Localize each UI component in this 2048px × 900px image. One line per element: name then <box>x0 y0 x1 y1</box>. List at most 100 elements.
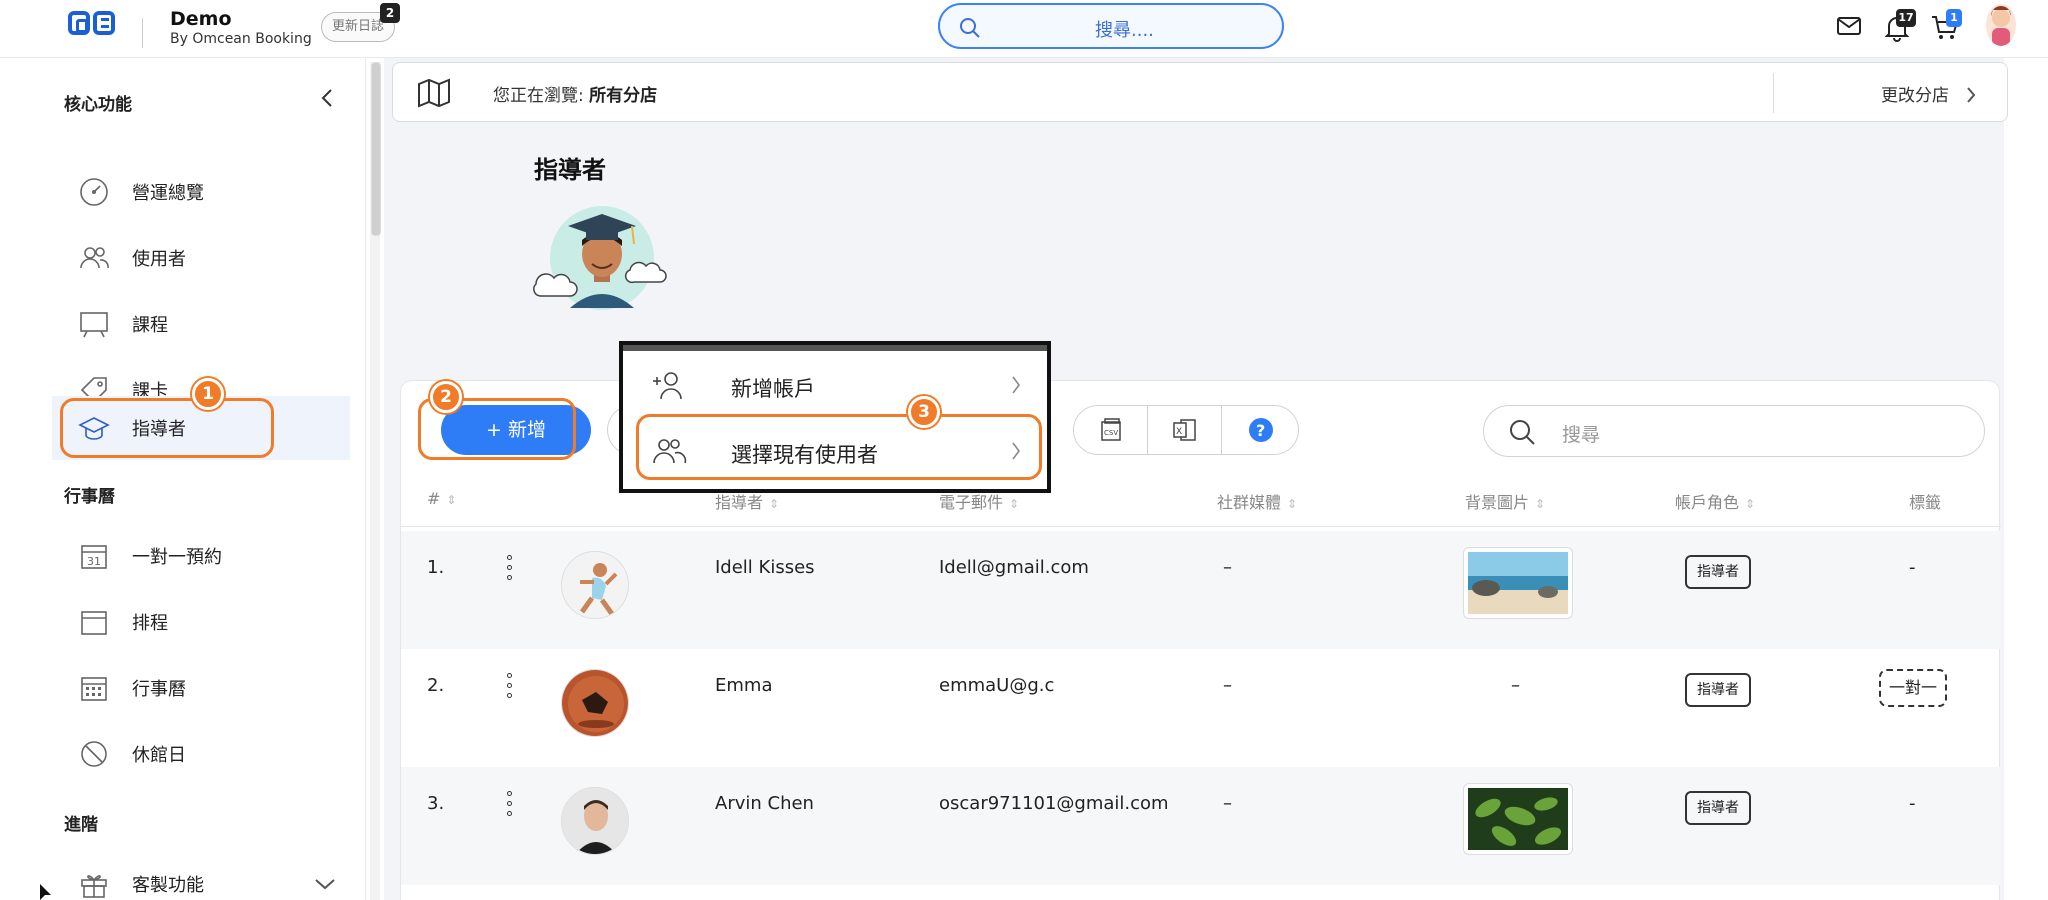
change-branch-button[interactable]: 更改分店 <box>1881 81 1976 106</box>
annotation-marker-1: 1 <box>192 378 224 410</box>
instructor-name[interactable]: Arvin Chen <box>715 793 814 814</box>
svg-text:X: X <box>1176 427 1182 437</box>
column-header[interactable]: 帳戶角色 ⇕ <box>1675 489 1755 513</box>
sidebar-item-label: 排程 <box>132 613 168 634</box>
row-tag: - <box>1909 793 1916 814</box>
mouse-cursor-icon <box>40 884 51 900</box>
csv-icon: CSV <box>1100 418 1121 441</box>
row-tag: - <box>1909 557 1916 578</box>
instructor-email: emmaU@g.c <box>939 675 1055 696</box>
column-header-label: 指導者 <box>715 493 764 512</box>
table-search-input[interactable]: 搜尋 <box>1483 405 1985 457</box>
sidebar-item-one-on-one[interactable]: 31 一對一預約 <box>52 524 350 588</box>
column-header-label: 標籤 <box>1909 493 1942 512</box>
page-title: 指導者 <box>534 156 606 184</box>
more-vertical-icon[interactable] <box>507 791 513 821</box>
add-user-icon <box>653 372 682 400</box>
background-image[interactable] <box>1463 783 1573 855</box>
background-image-empty: – <box>1511 675 1520 696</box>
dropdown-item-new-account[interactable]: 新增帳戶 <box>631 355 1039 419</box>
column-header[interactable]: # ⇕ <box>427 489 456 508</box>
branch-value: 所有分店 <box>589 86 658 106</box>
excel-export-button[interactable]: X <box>1148 406 1222 454</box>
chevron-left-icon[interactable] <box>320 88 334 108</box>
divider <box>1773 73 1774 113</box>
branch-prefix: 您正在瀏覽: <box>493 86 590 106</box>
global-search-input[interactable]: 搜尋.... <box>938 3 1284 49</box>
annotation-marker-2: 2 <box>430 381 462 413</box>
sidebar-item-label: 休館日 <box>132 745 186 766</box>
sort-icon: ⇕ <box>1009 497 1020 511</box>
sidebar-item-custom-features[interactable]: 客製功能 <box>52 852 350 900</box>
mail-icon[interactable] <box>1836 14 1862 38</box>
sidebar-section-core: 核心功能 <box>64 95 132 115</box>
dropdown-backdrop-strip <box>623 345 1047 351</box>
csv-export-button[interactable]: CSV <box>1074 406 1148 454</box>
sidebar-item-closed-days[interactable]: 休館日 <box>52 722 350 786</box>
table-row[interactable]: 2. Emma emmaU@g.c – – 指導者 一對一 <box>401 649 2001 767</box>
calendar-icon <box>76 604 112 640</box>
help-button[interactable]: ? <box>1224 406 1298 454</box>
annotation-marker-3: 3 <box>908 396 940 428</box>
avatar <box>561 669 629 737</box>
column-header[interactable]: 背景圖片 ⇕ <box>1465 489 1545 513</box>
sidebar-item-label: 課程 <box>132 315 168 336</box>
dashboard-icon <box>76 174 112 210</box>
change-branch-label: 更改分店 <box>1881 86 1949 106</box>
app-title: Demo <box>170 8 232 30</box>
chevron-down-icon[interactable] <box>314 878 336 890</box>
chevron-right-icon <box>1012 376 1020 394</box>
sidebar-scrollbar[interactable] <box>370 62 381 900</box>
divider <box>142 18 143 48</box>
avatar <box>561 787 629 855</box>
sidebar-item-dashboard[interactable]: 營運總覽 <box>52 160 350 224</box>
ban-icon <box>76 736 112 772</box>
easel-icon <box>76 306 112 342</box>
annotation-box-1 <box>60 398 274 458</box>
sort-icon: ⇕ <box>769 497 780 511</box>
instructor-name[interactable]: Idell Kisses <box>715 557 815 578</box>
chevron-right-icon <box>1967 87 1976 103</box>
export-tools: CSV X ? <box>1073 405 1299 455</box>
account-role-badge: 指導者 <box>1685 555 1751 589</box>
social-media: – <box>1223 557 1232 578</box>
background-image[interactable] <box>1463 547 1573 619</box>
brand-logo[interactable] <box>68 11 116 39</box>
row-tag[interactable]: 一對一 <box>1879 669 1948 707</box>
sort-icon: ⇕ <box>1745 497 1756 511</box>
top-bar: Demo By Omcean Booking 更新日誌 2 搜尋.... 17 … <box>0 0 2048 58</box>
account-role-badge: 指導者 <box>1685 673 1751 707</box>
excel-icon: X <box>1172 419 1196 441</box>
table-search-placeholder: 搜尋 <box>1562 424 1601 446</box>
avatar <box>561 551 629 619</box>
table-row[interactable]: 1. Idell Kisses Idell@gmail.com – 指導者 - <box>401 531 2001 649</box>
column-header-label: 電子郵件 <box>939 493 1004 512</box>
scrollbar-thumb[interactable] <box>371 62 381 236</box>
svg-text:31: 31 <box>87 555 101 568</box>
instructor-name[interactable]: Emma <box>715 675 772 696</box>
changelog-badge: 2 <box>380 3 400 23</box>
sidebar-item-courses[interactable]: 課程 <box>52 292 350 356</box>
sidebar: 核心功能 營運總覽 使用者 課程 課卡 指導者 行事曆 31 一對一預約 排程 … <box>44 58 366 900</box>
sidebar-item-label: 營運總覽 <box>132 183 204 204</box>
more-vertical-icon[interactable] <box>507 555 513 585</box>
sidebar-item-calendar[interactable]: 行事曆 <box>52 656 350 720</box>
user-avatar[interactable] <box>1986 4 2016 46</box>
column-header-label: 帳戶角色 <box>1675 493 1740 512</box>
more-vertical-icon[interactable] <box>507 673 513 703</box>
sidebar-item-label: 使用者 <box>132 249 186 270</box>
sidebar-item-schedule[interactable]: 排程 <box>52 590 350 654</box>
notification-badge: 17 <box>1896 9 1916 27</box>
table-row[interactable]: 3. Arvin Chen oscar971101@gmail.com – 指導… <box>401 767 2001 885</box>
branch-label: 您正在瀏覽: 所有分店 <box>493 81 657 106</box>
instructor-illustration <box>533 206 667 310</box>
sort-icon: ⇕ <box>1535 497 1546 511</box>
global-search-placeholder: 搜尋.... <box>1095 20 1154 41</box>
row-index: 2. <box>427 675 445 696</box>
row-index: 1. <box>427 557 445 578</box>
social-media: – <box>1223 793 1232 814</box>
social-media: – <box>1223 675 1232 696</box>
column-header[interactable]: 社群媒體 ⇕ <box>1217 489 1297 513</box>
sidebar-item-users[interactable]: 使用者 <box>52 226 350 290</box>
search-icon <box>960 18 980 38</box>
